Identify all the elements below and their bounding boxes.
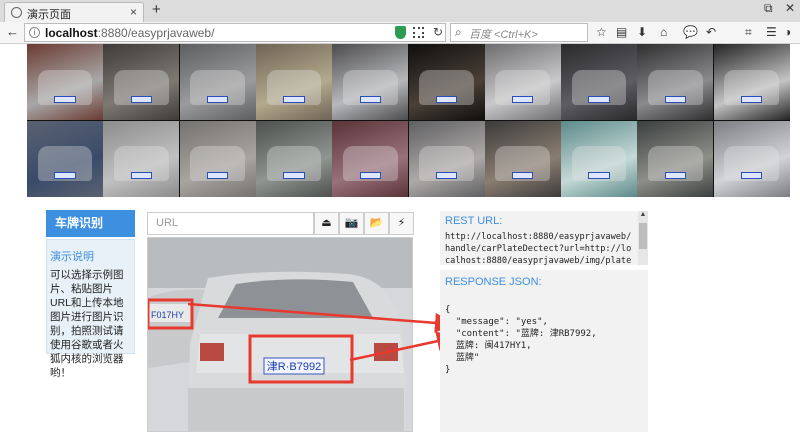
scroll-thumb[interactable]	[639, 223, 647, 249]
rest-url-scrollbar[interactable]: ▲	[638, 211, 648, 265]
annotation-arrows	[187, 302, 457, 362]
response-json-value: { "message": "yes", "content": "蓝牌: 津RB7…	[445, 305, 597, 375]
arrow-main-plate	[349, 331, 457, 362]
response-json-panel: RESPONSE JSON: { "message": "yes", "cont…	[440, 270, 648, 432]
rest-url-panel: REST URL: http://localhost:8880/easyprja…	[440, 211, 648, 265]
response-json-title: RESPONSE JSON:	[445, 276, 542, 288]
arrow-side-plate	[187, 302, 455, 333]
rest-url-value: http://localhost:8880/easyprjavaweb/hand…	[445, 232, 632, 265]
scroll-up-icon[interactable]: ▲	[638, 211, 648, 218]
rest-url-title: REST URL:	[445, 215, 503, 227]
